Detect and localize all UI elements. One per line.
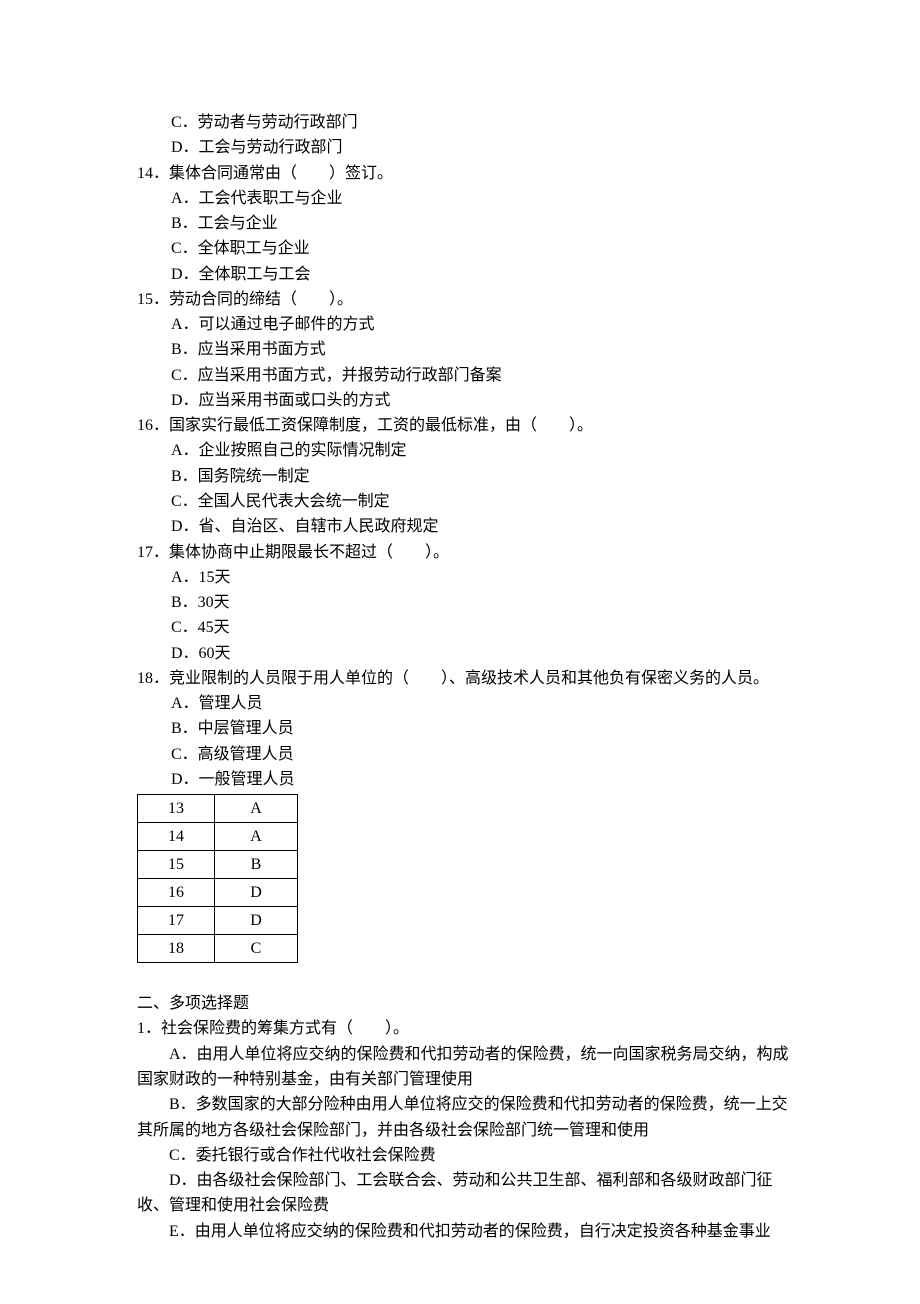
q13-option-d: D．工会与劳动行政部门 [171,135,790,160]
section2-heading: 二、多项选择题 [137,991,790,1016]
q16-option-c: C．全国人民代表大会统一制定 [171,489,790,514]
answer-letter: B [215,851,298,879]
answer-letter: D [215,907,298,935]
q17-option-a: A．15天 [171,565,790,590]
q15-stem: 15．劳动合同的缔结（ ）。 [137,287,790,312]
table-row: 13 A [138,795,298,823]
answer-letter: D [215,879,298,907]
q15-option-a: A．可以通过电子邮件的方式 [171,312,790,337]
q14-option-d: D．全体职工与工会 [171,262,790,287]
q16-stem: 16．国家实行最低工资保障制度，工资的最低标准，由（ ）。 [137,413,790,438]
answer-letter: C [215,935,298,963]
answer-num: 16 [138,879,215,907]
answer-num: 18 [138,935,215,963]
answer-key-table: 13 A 14 A 15 B 16 D 17 D 18 C [137,794,298,963]
table-row: 18 C [138,935,298,963]
q15-option-c: C．应当采用书面方式，并报劳动行政部门备案 [171,363,790,388]
table-row: 16 D [138,879,298,907]
q15-option-d: D．应当采用书面或口头的方式 [171,388,790,413]
q17-option-c: C．45天 [171,615,790,640]
table-row: 15 B [138,851,298,879]
answer-letter: A [215,823,298,851]
answer-letter: A [215,795,298,823]
q18-option-d: D．一般管理人员 [171,767,790,792]
s2-q1-option-e: E．由用人单位将应交纳的保险费和代扣劳动者的保险费，自行决定投资各种基金事业 [137,1219,790,1244]
answer-num: 14 [138,823,215,851]
answer-num: 15 [138,851,215,879]
q14-option-a: A．工会代表职工与企业 [171,186,790,211]
q16-option-b: B．国务院统一制定 [171,464,790,489]
q16-option-d: D．省、自治区、自辖市人民政府规定 [171,514,790,539]
answer-num: 13 [138,795,215,823]
q13-option-c: C．劳动者与劳动行政部门 [171,110,790,135]
q14-stem: 14．集体合同通常由（ ）签订。 [137,161,790,186]
q14-option-c: C．全体职工与企业 [171,236,790,261]
s2-q1-stem: 1．社会保险费的筹集方式有（ ）。 [137,1016,790,1041]
table-row: 14 A [138,823,298,851]
q18-stem: 18．竞业限制的人员限于用人单位的（ ）、高级技术人员和其他负有保密义务的人员。 [137,666,790,691]
q18-option-a: A．管理人员 [171,691,790,716]
q15-option-b: B．应当采用书面方式 [171,337,790,362]
q17-option-d: D．60天 [171,641,790,666]
q17-option-b: B．30天 [171,590,790,615]
answer-num: 17 [138,907,215,935]
q18-option-b: B．中层管理人员 [171,716,790,741]
q16-option-a: A．企业按照自己的实际情况制定 [171,438,790,463]
s2-q1-option-b: B．多数国家的大部分险种由用人单位将应交的保险费和代扣劳动者的保险费，统一上交其… [137,1092,790,1143]
table-row: 17 D [138,907,298,935]
q17-stem: 17．集体协商中止期限最长不超过（ ）。 [137,540,790,565]
q18-option-c: C．高级管理人员 [171,742,790,767]
s2-q1-option-c: C．委托银行或合作社代收社会保险费 [137,1143,790,1168]
s2-q1-option-d: D．由各级社会保险部门、工会联合会、劳动和公共卫生部、福利部和各级财政部门征收、… [137,1168,790,1219]
s2-q1-option-a: A．由用人单位将应交纳的保险费和代扣劳动者的保险费，统一向国家税务局交纳，构成国… [137,1042,790,1093]
q14-option-b: B．工会与企业 [171,211,790,236]
